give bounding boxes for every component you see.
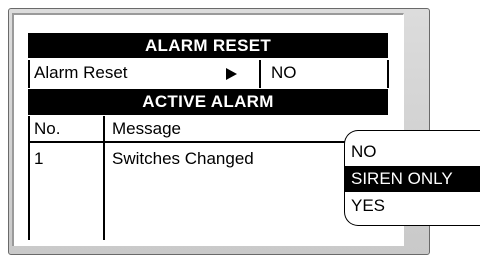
option-siren-only[interactable]: SIREN ONLY xyxy=(345,166,480,192)
reset-divider xyxy=(259,60,261,88)
alarm-reset-row[interactable]: Alarm Reset NO xyxy=(28,60,388,88)
alarm-reset-label: Alarm Reset xyxy=(34,63,128,82)
alarm-message: Switches Changed xyxy=(112,149,254,168)
table-row: 1 Switches Changed xyxy=(28,145,388,171)
col-header-no: No. xyxy=(34,119,61,138)
table-header-row: No. Message xyxy=(28,116,388,143)
alarm-reset-title-text: ALARM RESET xyxy=(144,36,272,55)
alarm-number: 1 xyxy=(34,149,44,168)
play-arrow-icon xyxy=(226,68,237,80)
option-no[interactable]: NO xyxy=(345,139,480,165)
alarm-reset-value[interactable]: NO xyxy=(271,63,297,83)
option-yes[interactable]: YES xyxy=(345,193,480,219)
active-alarm-title-text: ACTIVE ALARM xyxy=(142,92,274,111)
active-alarm-title: ACTIVE ALARM xyxy=(28,89,388,115)
col-header-message: Message xyxy=(112,119,181,138)
reset-options-popup: NO SIREN ONLY YES xyxy=(344,130,480,226)
alarm-reset-title: ALARM RESET xyxy=(28,33,388,58)
